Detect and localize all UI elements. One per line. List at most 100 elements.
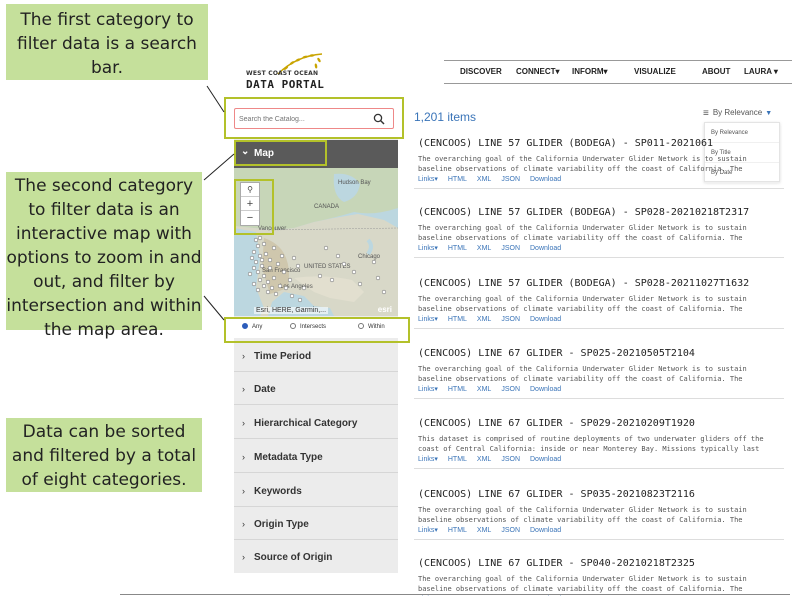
result-title[interactable]: (CENCOOS) LINE 67 GLIDER - SP035-2021082… (418, 489, 695, 500)
map-marker[interactable] (263, 251, 269, 257)
map-marker[interactable] (371, 259, 377, 265)
result-title[interactable]: (CENCOOS) LINE 67 GLIDER - SP040-2021021… (418, 558, 695, 569)
map-marker[interactable] (261, 283, 267, 289)
map-marker[interactable] (281, 269, 287, 275)
map-marker[interactable] (251, 249, 257, 255)
result-link[interactable]: Links▾ (418, 245, 438, 252)
result-title[interactable]: (CENCOOS) LINE 57 GLIDER (BODEGA) - SP02… (418, 207, 749, 218)
map-marker[interactable] (261, 273, 267, 279)
result-title[interactable]: (CENCOOS) LINE 67 GLIDER - SP029-2021020… (418, 418, 695, 429)
result-link[interactable]: Links▾ (418, 527, 438, 534)
filter-source-of-origin[interactable]: › Source of Origin (234, 541, 398, 573)
result-link[interactable]: XML (477, 527, 491, 534)
result-link[interactable]: Links▾ (418, 316, 438, 323)
result-link[interactable]: JSON (501, 245, 520, 252)
result-link[interactable]: XML (477, 176, 491, 183)
result-link[interactable]: HTML (448, 527, 467, 534)
map-marker[interactable] (323, 245, 329, 251)
filter-date[interactable]: › Date (234, 373, 398, 405)
result-title[interactable]: (CENCOOS) LINE 57 GLIDER (BODEGA) - SP01… (418, 138, 713, 149)
result-link[interactable]: JSON (501, 316, 520, 323)
map-marker[interactable] (341, 261, 347, 267)
map-marker[interactable] (269, 285, 275, 291)
result-link[interactable]: JSON (501, 176, 520, 183)
filter-metadata-type[interactable]: › Metadata Type (234, 441, 398, 473)
map-marker[interactable] (277, 283, 283, 289)
map-marker[interactable] (297, 297, 303, 303)
result-link[interactable]: Links▾ (418, 456, 438, 463)
map-marker[interactable] (275, 261, 281, 267)
result-link[interactable]: Download (530, 386, 561, 393)
map-marker[interactable] (381, 289, 387, 295)
map-marker[interactable] (255, 269, 261, 275)
map-marker[interactable] (375, 275, 381, 281)
result-link[interactable]: Links▾ (418, 176, 438, 183)
map-marker[interactable] (335, 253, 341, 259)
result-link[interactable]: Download (530, 176, 561, 183)
map-marker[interactable] (257, 253, 263, 259)
map-marker[interactable] (265, 279, 271, 285)
result-link[interactable]: XML (477, 316, 491, 323)
map-marker[interactable] (257, 235, 263, 241)
nav-discover[interactable]: DISCOVER (460, 67, 502, 76)
result-link[interactable]: JSON (501, 456, 520, 463)
map-marker[interactable] (249, 255, 255, 261)
map-marker[interactable] (351, 269, 357, 275)
result-link[interactable]: Download (530, 316, 561, 323)
result-title[interactable]: (CENCOOS) LINE 57 GLIDER (BODEGA) - SP02… (418, 278, 749, 289)
map-marker[interactable] (251, 281, 257, 287)
map-marker[interactable] (253, 237, 259, 243)
map-marker[interactable] (317, 273, 323, 279)
map-marker[interactable] (265, 289, 271, 295)
nav-user-menu[interactable]: LAURA ▾ (744, 67, 778, 76)
map-marker[interactable] (283, 285, 289, 291)
nav-inform[interactable]: INFORM▾ (572, 67, 608, 76)
map-marker[interactable] (251, 265, 257, 271)
map-marker[interactable] (255, 243, 261, 249)
result-link[interactable]: XML (477, 245, 491, 252)
result-link[interactable]: HTML (448, 176, 467, 183)
result-link[interactable]: JSON (501, 386, 520, 393)
map-marker[interactable] (271, 275, 277, 281)
map-marker[interactable] (257, 277, 263, 283)
filter-keywords[interactable]: › Keywords (234, 475, 398, 507)
result-link[interactable]: XML (477, 456, 491, 463)
map-marker[interactable] (291, 255, 297, 261)
map-marker[interactable] (289, 293, 295, 299)
filter-hierarchical-category[interactable]: › Hierarchical Category (234, 407, 398, 439)
map-marker[interactable] (247, 271, 253, 277)
map-marker[interactable] (301, 285, 307, 291)
map-marker[interactable] (287, 277, 293, 283)
result-link[interactable]: HTML (448, 386, 467, 393)
result-link[interactable]: Download (530, 456, 561, 463)
result-link[interactable]: XML (477, 386, 491, 393)
map-marker[interactable] (253, 259, 259, 265)
map-marker[interactable] (273, 291, 279, 297)
result-link[interactable]: HTML (448, 245, 467, 252)
nav-about[interactable]: ABOUT (702, 67, 730, 76)
result-link[interactable]: JSON (501, 527, 520, 534)
map-marker[interactable] (259, 257, 265, 263)
map-marker[interactable] (357, 281, 363, 287)
result-link[interactable]: Download (530, 527, 561, 534)
map-marker[interactable] (271, 245, 277, 251)
map-marker[interactable] (267, 257, 273, 263)
logo[interactable]: WEST COAST OCEAN DATA PORTAL (246, 52, 326, 98)
result-title[interactable]: (CENCOOS) LINE 67 GLIDER - SP025-2021050… (418, 348, 695, 359)
map-marker[interactable] (259, 263, 265, 269)
filter-time-period[interactable]: › Time Period (234, 340, 398, 372)
map-marker[interactable] (267, 265, 273, 271)
result-link[interactable]: Links▾ (418, 386, 438, 393)
map-marker[interactable] (279, 253, 285, 259)
result-link[interactable]: HTML (448, 316, 467, 323)
sort-dropdown[interactable]: ≡ By Relevance ▼ (703, 108, 772, 119)
nav-visualize[interactable]: VISUALIZE (634, 67, 676, 76)
result-link[interactable]: HTML (448, 456, 467, 463)
map-marker[interactable] (261, 241, 267, 247)
map-marker[interactable] (295, 263, 301, 269)
map-marker[interactable] (255, 287, 261, 293)
result-link[interactable]: Download (530, 245, 561, 252)
filter-origin-type[interactable]: › Origin Type (234, 508, 398, 540)
map-marker[interactable] (329, 277, 335, 283)
nav-connect[interactable]: CONNECT▾ (516, 67, 560, 76)
